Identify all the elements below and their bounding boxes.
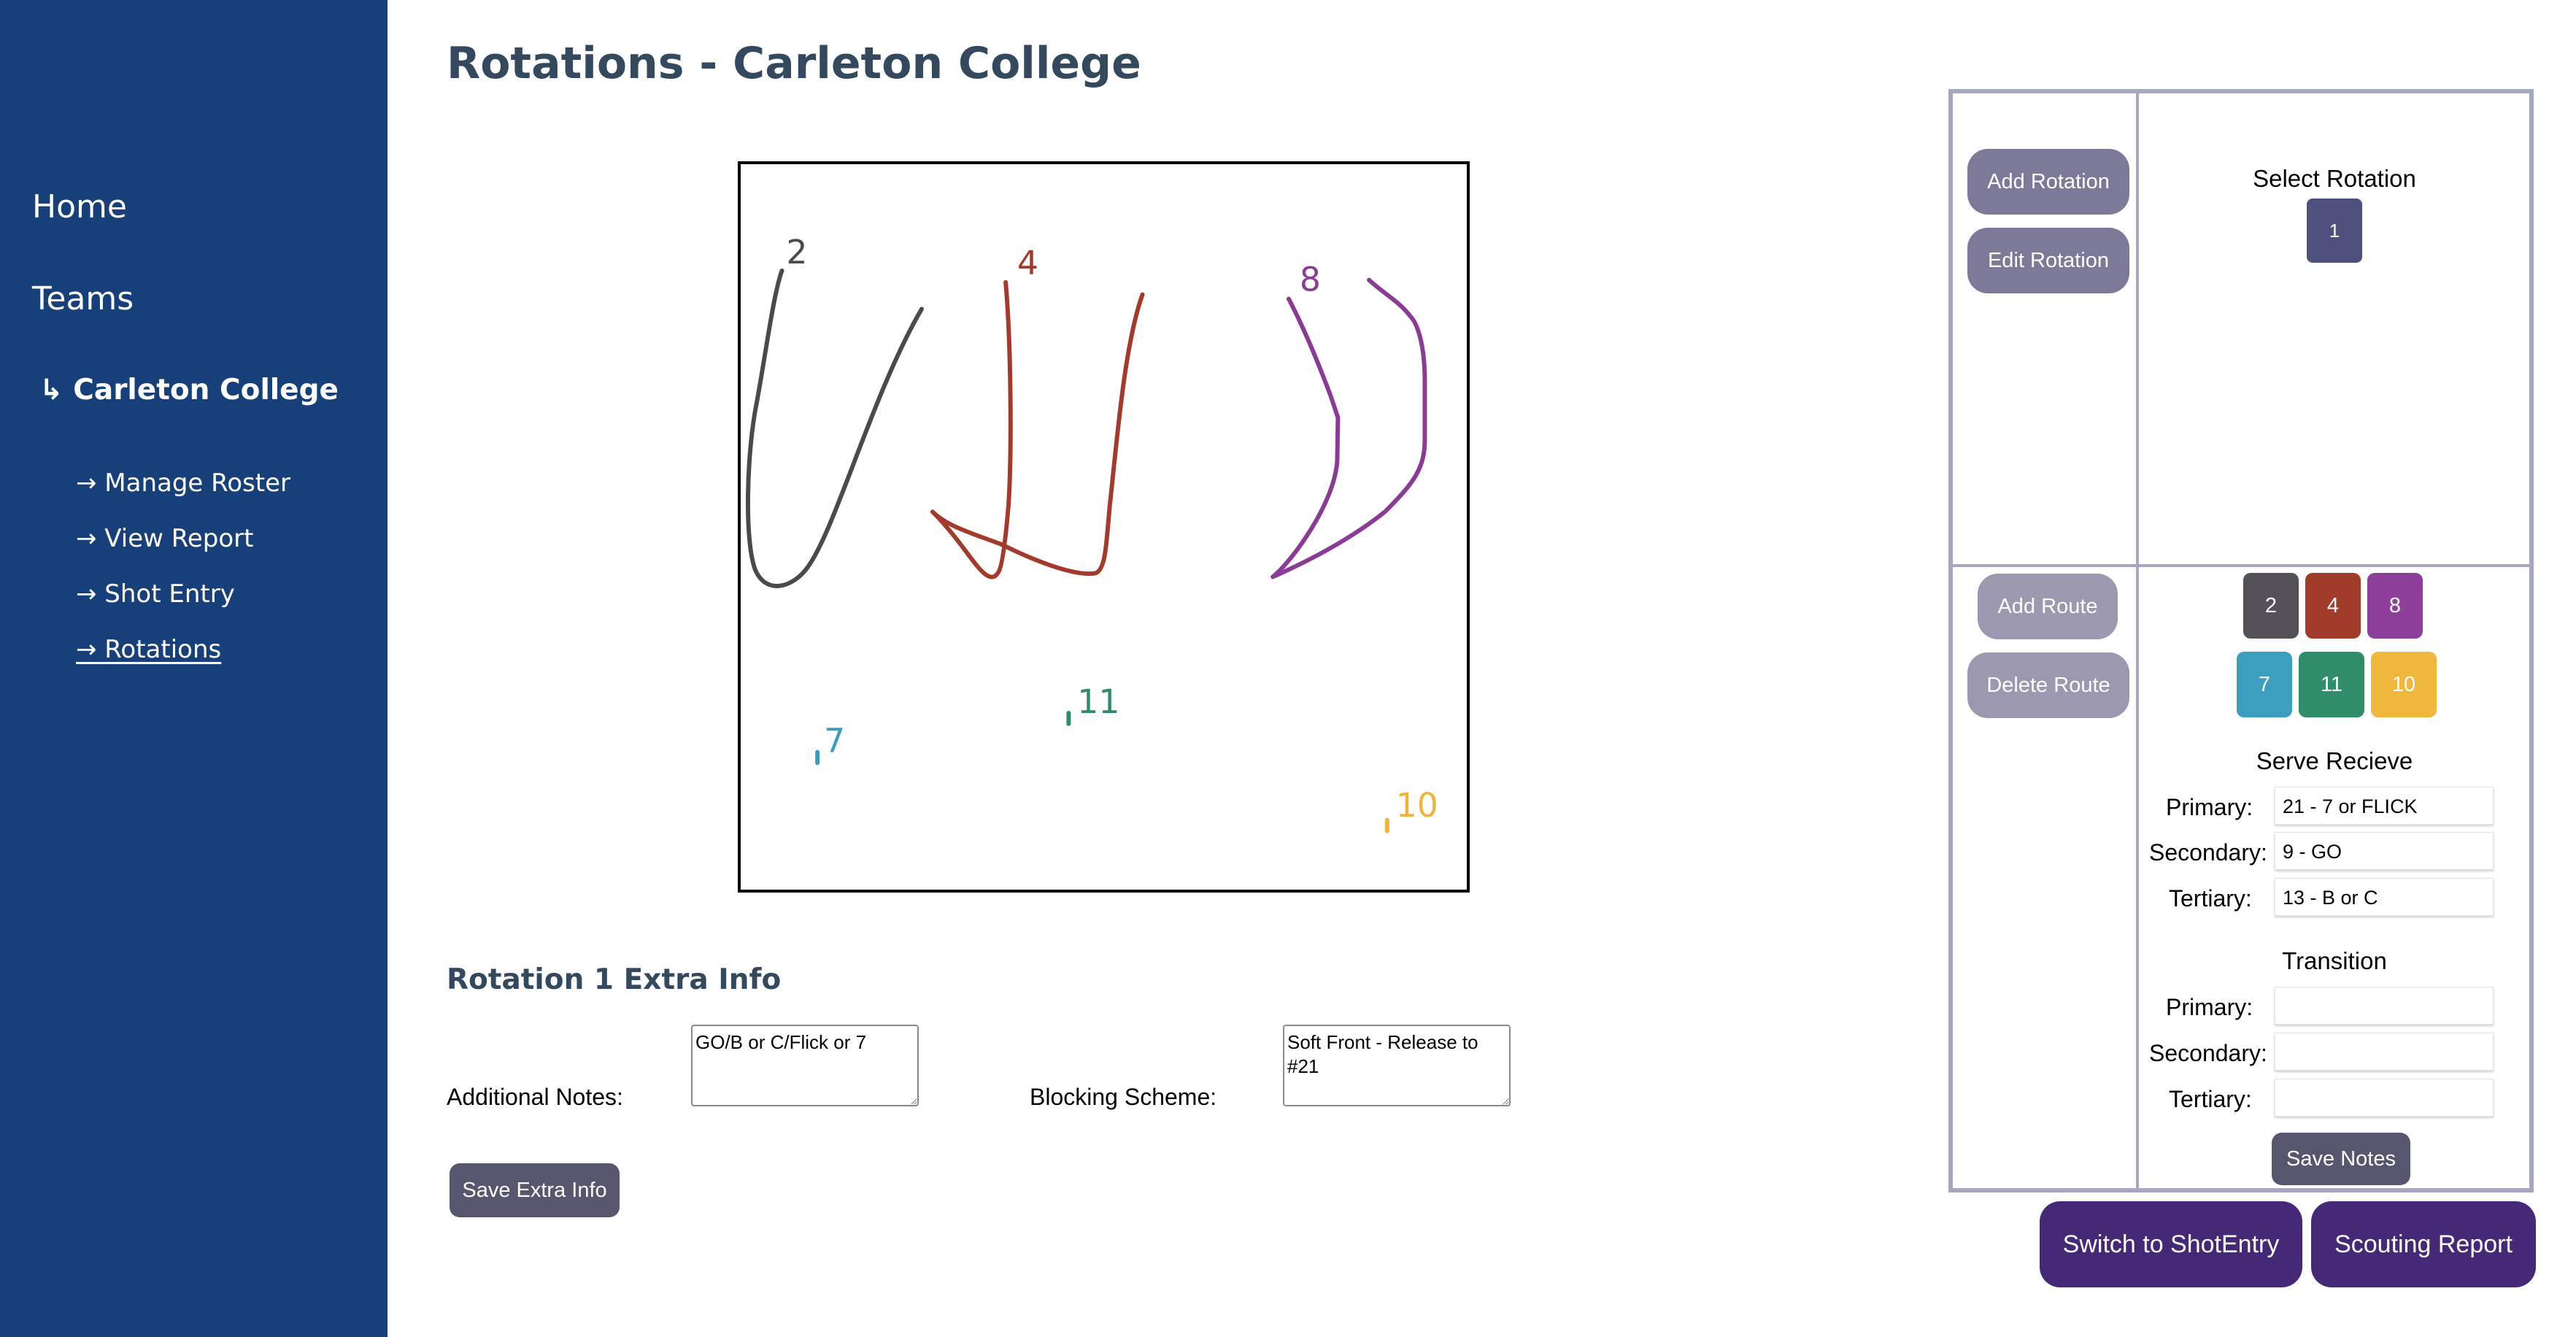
serve-secondary-input[interactable]: 9 - GO — [2275, 832, 2494, 870]
add-rotation-button[interactable]: Add Rotation — [1967, 149, 2129, 215]
additional-notes-label: Additional Notes: — [447, 1084, 623, 1110]
switch-to-shotentry-button[interactable]: Switch to ShotEntry — [2040, 1201, 2302, 1287]
add-route-button[interactable]: Add Route — [1978, 574, 2118, 639]
blocking-scheme-textarea[interactable]: Soft Front - Release to #21 — [1283, 1025, 1511, 1106]
serve-receive-title: Serve Recieve — [2256, 747, 2413, 774]
player-button-7[interactable]: 7 — [2237, 652, 2292, 717]
player-label-10: 10 — [1396, 786, 1438, 825]
nav-shot-entry[interactable]: → Shot Entry — [76, 579, 235, 609]
nav-rotations[interactable]: → Rotations — [76, 635, 221, 664]
player-label-2: 2 — [787, 233, 808, 271]
route-path-player-2 — [746, 268, 924, 588]
transition-secondary-input[interactable] — [2275, 1033, 2494, 1071]
rotation-court-canvas[interactable]: 2 4 8 7 11 10 — [738, 161, 1470, 893]
transition-tertiary-label: Tertiary: — [2169, 1086, 2252, 1112]
panel-divider-vertical — [2136, 89, 2139, 1192]
player-button-2[interactable]: 2 — [2243, 573, 2299, 639]
serve-tertiary-input[interactable]: 13 - B or C — [2275, 878, 2494, 916]
nav-view-report[interactable]: → View Report — [76, 524, 254, 553]
transition-tertiary-input[interactable] — [2275, 1079, 2494, 1117]
transition-primary-label: Primary: — [2166, 994, 2253, 1020]
save-extra-info-button[interactable]: Save Extra Info — [450, 1163, 620, 1217]
save-notes-button[interactable]: Save Notes — [2272, 1133, 2410, 1185]
delete-route-button[interactable]: Delete Route — [1967, 652, 2129, 718]
court-drawing: 2 4 8 7 11 10 — [746, 233, 1438, 833]
sidebar: Home Teams ↳ Carleton College → Manage R… — [0, 0, 387, 1337]
player-button-10[interactable]: 10 — [2371, 652, 2437, 717]
transition-secondary-label: Secondary: — [2149, 1040, 2267, 1066]
player-label-7: 7 — [824, 722, 845, 760]
player-label-4: 4 — [1017, 244, 1038, 282]
serve-tertiary-label: Tertiary: — [2169, 885, 2252, 912]
select-rotation-label: Select Rotation — [2253, 165, 2416, 192]
player-button-11[interactable]: 11 — [2299, 652, 2364, 717]
nav-home[interactable]: Home — [32, 188, 127, 226]
serve-primary-input[interactable]: 21 - 7 or FLICK — [2275, 787, 2494, 825]
player-label-11: 11 — [1077, 682, 1119, 721]
nav-manage-roster[interactable]: → Manage Roster — [76, 469, 290, 498]
player-button-8[interactable]: 8 — [2367, 573, 2423, 639]
additional-notes-textarea[interactable]: GO/B or C/Flick or 7 — [691, 1025, 919, 1106]
route-path-player-8 — [1270, 277, 1427, 579]
player-button-4[interactable]: 4 — [2305, 573, 2361, 639]
extra-info-title: Rotation 1 Extra Info — [447, 963, 782, 996]
rotation-button-1[interactable]: 1 — [2307, 199, 2362, 263]
nav-team-carleton-college[interactable]: ↳ Carleton College — [39, 374, 339, 407]
panel-divider-horizontal — [1948, 564, 2534, 567]
scouting-report-button[interactable]: Scouting Report — [2311, 1201, 2536, 1287]
edit-rotation-button[interactable]: Edit Rotation — [1967, 228, 2129, 293]
route-path-player-4 — [930, 280, 1145, 579]
player-label-8: 8 — [1300, 261, 1321, 299]
serve-primary-label: Primary: — [2166, 794, 2253, 820]
serve-secondary-label: Secondary: — [2149, 839, 2267, 866]
nav-teams[interactable]: Teams — [32, 280, 134, 317]
blocking-scheme-label: Blocking Scheme: — [1030, 1084, 1217, 1110]
page-title: Rotations - Carleton College — [447, 38, 1141, 89]
transition-title: Transition — [2282, 947, 2387, 974]
transition-primary-input[interactable] — [2275, 987, 2494, 1025]
